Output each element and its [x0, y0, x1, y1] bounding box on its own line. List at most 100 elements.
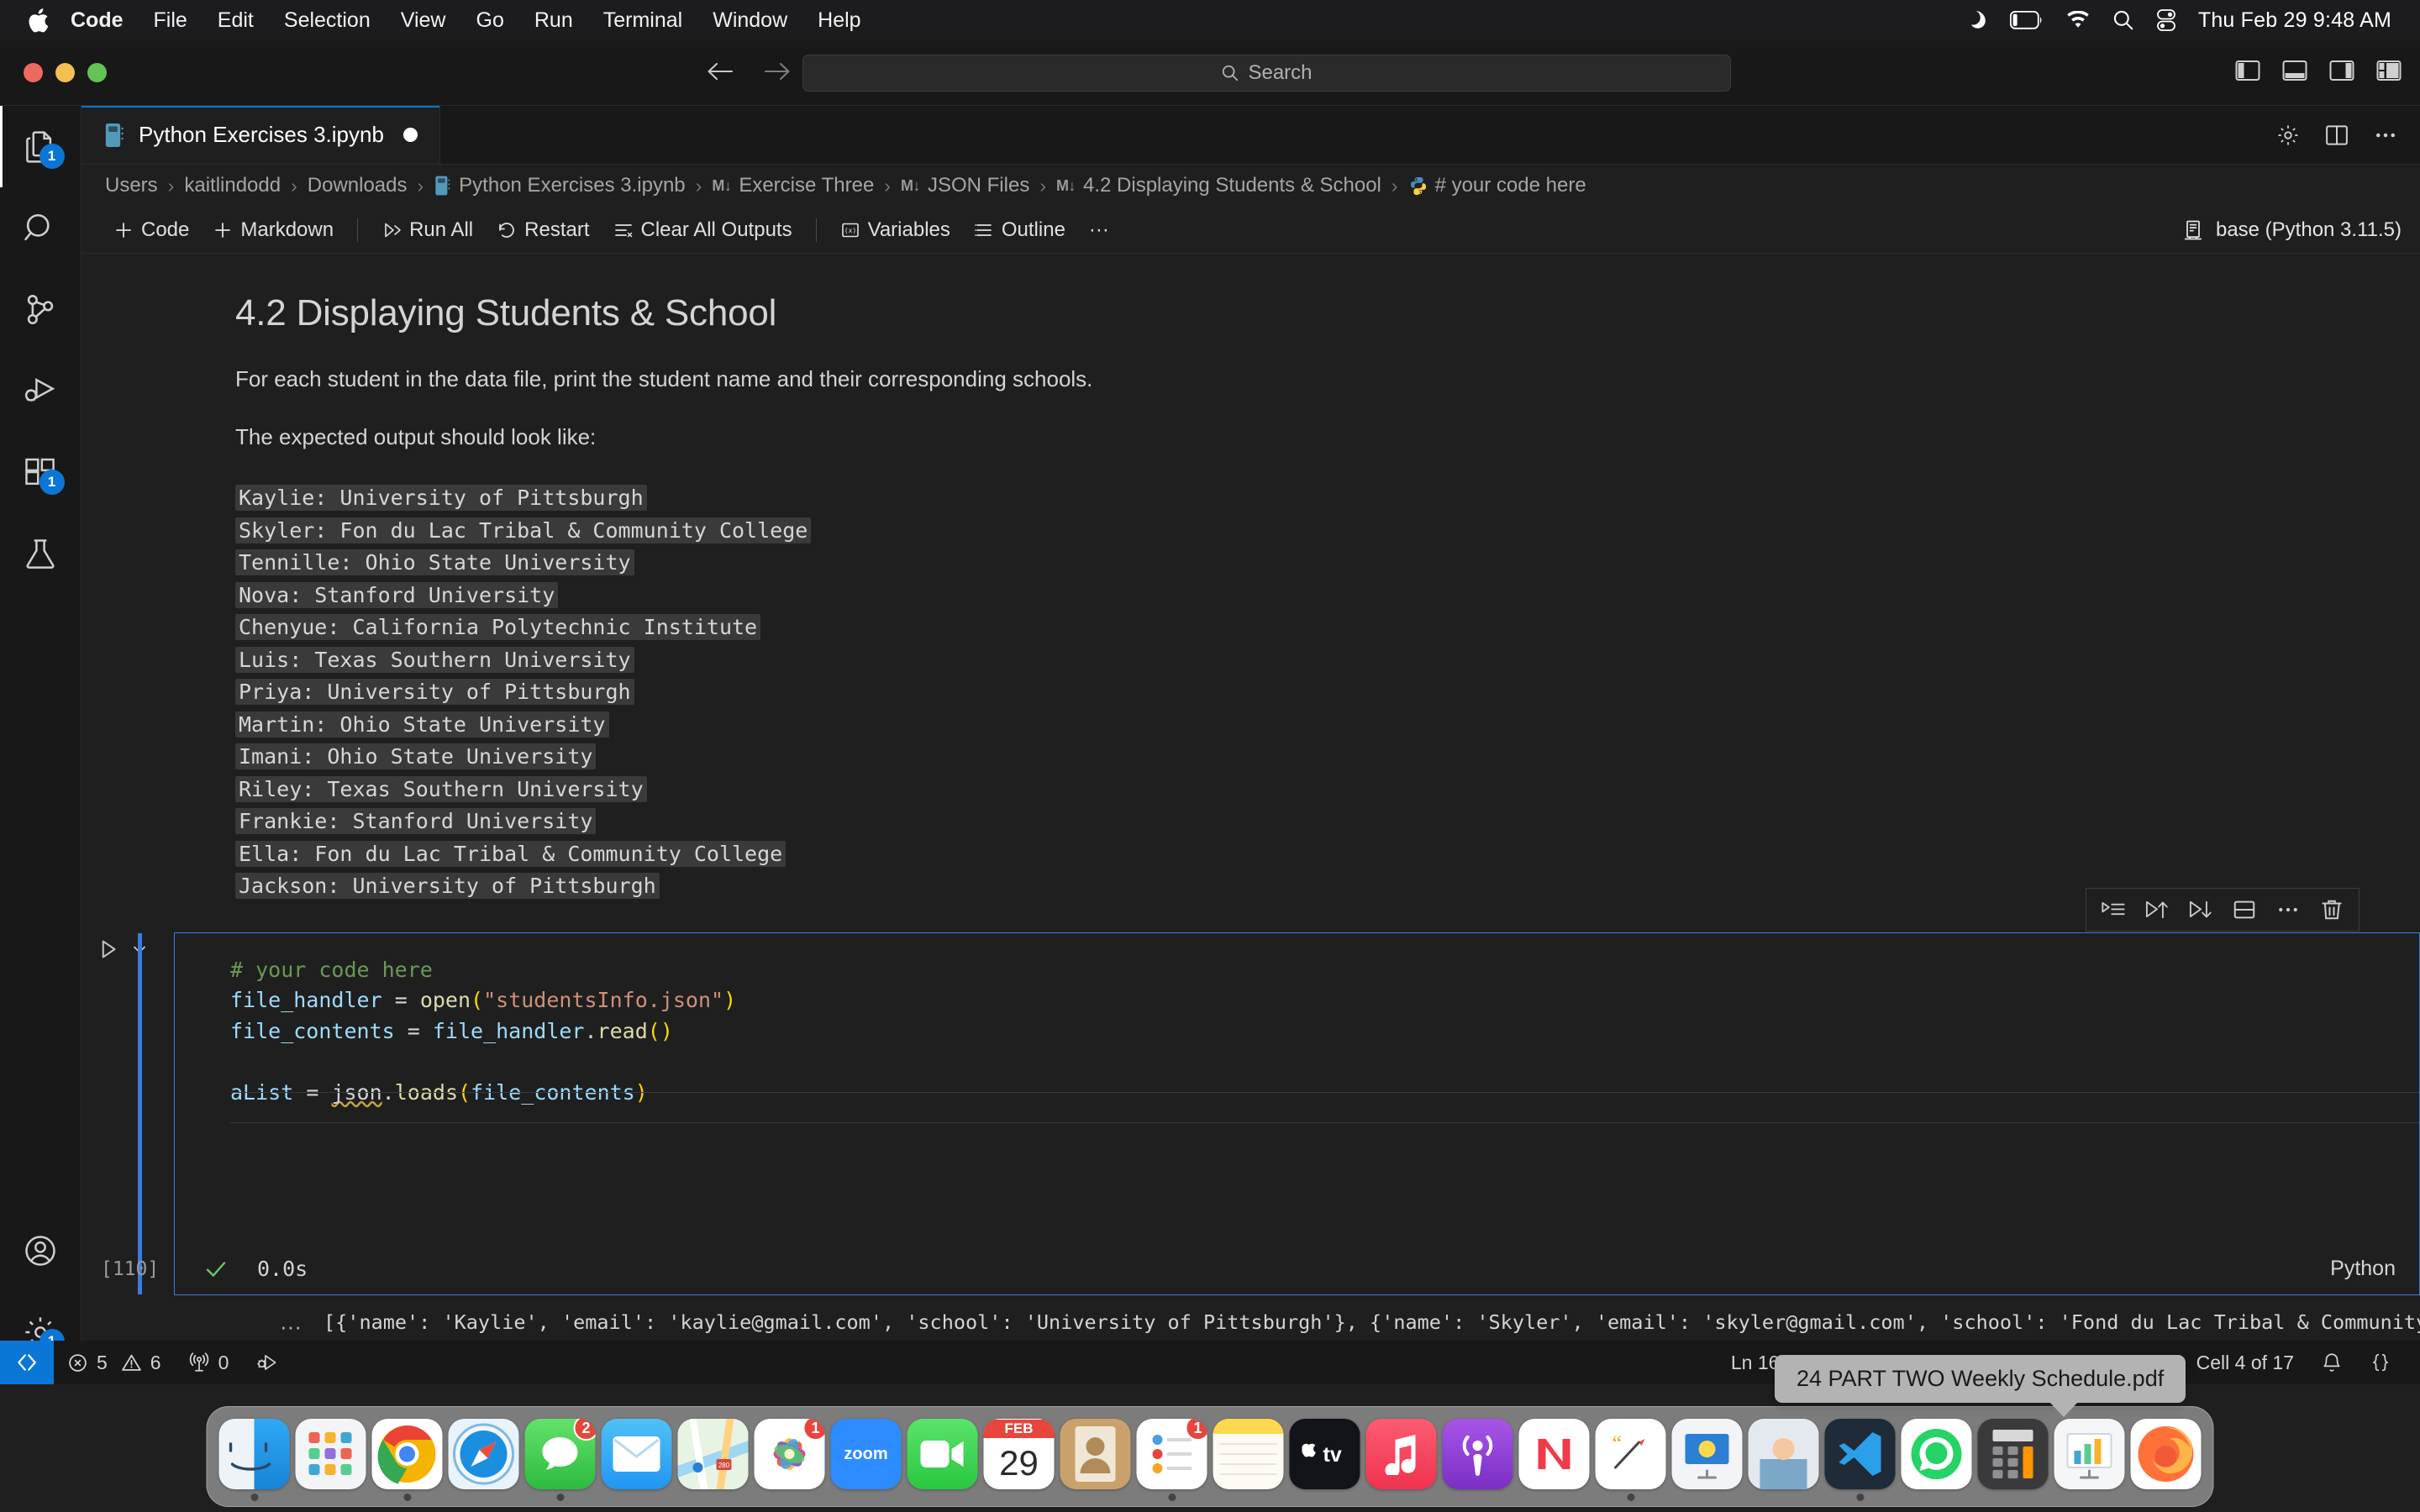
breadcrumb-item-current-cell[interactable]: # your code here: [1408, 174, 1586, 197]
dock-item-photobooth[interactable]: [1749, 1419, 1819, 1501]
variables-button[interactable]: (x) Variables: [829, 212, 962, 249]
customize-layout-icon[interactable]: [2376, 59, 2402, 82]
moon-icon[interactable]: [1966, 9, 1988, 31]
code-editor[interactable]: # your code here file_handler = open("st…: [175, 933, 2419, 1244]
breadcrumb-item-kaitlindodd[interactable]: kaitlindodd: [184, 174, 281, 197]
breadcrumb-item-section[interactable]: M↓ 4.2 Displaying Students & School: [1056, 174, 1381, 197]
menu-item-run[interactable]: Run: [519, 0, 588, 40]
outline-button[interactable]: Outline: [962, 212, 1077, 249]
output-expand-icon[interactable]: ···: [280, 1314, 302, 1340]
dock-item-facetime[interactable]: [908, 1419, 978, 1501]
dock-item-launchpad[interactable]: [296, 1419, 366, 1501]
menu-item-file[interactable]: File: [139, 0, 203, 40]
close-window-button[interactable]: [24, 63, 43, 82]
split-cell-icon[interactable]: [2223, 889, 2266, 931]
toggle-secondary-sidebar-icon[interactable]: [2329, 59, 2354, 82]
dock-item-vscode[interactable]: [1825, 1419, 1896, 1501]
command-center-search[interactable]: Search: [802, 55, 1731, 92]
spotlight-search-icon[interactable]: [2112, 9, 2134, 31]
code-cell[interactable]: # your code here file_handler = open("st…: [174, 932, 2420, 1352]
dock-item-photos[interactable]: 1: [755, 1419, 825, 1501]
dock-item-reminders[interactable]: 1: [1137, 1419, 1207, 1501]
dock-item-news[interactable]: [1519, 1419, 1590, 1501]
menu-item-terminal[interactable]: Terminal: [588, 0, 697, 40]
remote-window-indicator[interactable]: [0, 1341, 54, 1384]
sidebar-item-extensions[interactable]: 1: [0, 432, 82, 513]
dock-item-numbers[interactable]: [2054, 1419, 2125, 1501]
menu-bar-clock[interactable]: Thu Feb 29 9:48 AM: [2198, 8, 2391, 33]
more-actions-icon[interactable]: [2373, 123, 2398, 148]
run-cell-icon[interactable]: [96, 937, 121, 962]
dock-item-keynote[interactable]: [1672, 1419, 1743, 1501]
sidebar-item-search[interactable]: [0, 187, 82, 269]
menu-item-help[interactable]: Help: [802, 0, 876, 40]
clear-all-outputs-button[interactable]: Clear All Outputs: [602, 212, 804, 249]
menu-item-selection[interactable]: Selection: [269, 0, 386, 40]
sidebar-item-testing[interactable]: [0, 513, 82, 595]
apple-logo-icon[interactable]: [20, 8, 55, 34]
dock-item-zoom[interactable]: zoom: [831, 1419, 902, 1501]
breadcrumb-item-exercise-three[interactable]: M↓ Exercise Three: [712, 174, 874, 197]
dock-item-notes[interactable]: [1213, 1419, 1284, 1501]
kernel-selector[interactable]: base (Python 3.11.5): [2181, 218, 2402, 242]
add-markdown-cell-button[interactable]: Markdown: [201, 212, 345, 249]
cell-counter[interactable]: Cell 4 of 17: [2183, 1341, 2307, 1384]
battery-icon[interactable]: [2010, 11, 2044, 29]
dock-item-podcasts[interactable]: [1443, 1419, 1513, 1501]
more-toolbar-actions-button[interactable]: ···: [1077, 212, 1121, 249]
dock-item-calculator[interactable]: [1978, 1419, 2049, 1501]
sidebar-item-run-and-debug[interactable]: [0, 350, 82, 432]
dock-item-chrome[interactable]: [372, 1419, 443, 1501]
problems-indicator[interactable]: 5 6: [54, 1341, 175, 1384]
breadcrumb-item-notebook-file[interactable]: Python Exercises 3.ipynb: [434, 174, 685, 197]
toggle-panel-icon[interactable]: [2282, 59, 2307, 82]
run-by-line-icon[interactable]: [2091, 889, 2135, 931]
dock-item-music[interactable]: [1366, 1419, 1437, 1501]
toggle-primary-sidebar-icon[interactable]: [2235, 59, 2260, 82]
dock-item-appletv[interactable]: tv: [1290, 1419, 1360, 1501]
breadcrumb-item-json-files[interactable]: M↓ JSON Files: [901, 174, 1029, 197]
add-code-cell-button[interactable]: Code: [102, 212, 201, 249]
editor-braces-indicator[interactable]: [2356, 1341, 2405, 1384]
dock-item-safari[interactable]: [449, 1419, 519, 1501]
more-actions-icon[interactable]: [2266, 889, 2310, 931]
dock-item-maps[interactable]: 280: [678, 1419, 749, 1501]
dock-item-messages[interactable]: 2: [525, 1419, 596, 1501]
cell-language[interactable]: Python: [2330, 1257, 2396, 1281]
notifications-bell[interactable]: [2307, 1341, 2356, 1384]
menu-item-code[interactable]: Code: [55, 0, 139, 40]
control-center-icon[interactable]: [2156, 9, 2176, 31]
execute-above-cells-icon[interactable]: [2135, 889, 2179, 931]
sidebar-item-accounts[interactable]: [0, 1210, 82, 1291]
code-cell-editor-box[interactable]: # your code here file_handler = open("st…: [174, 932, 2420, 1295]
dock-item-mail[interactable]: [602, 1419, 672, 1501]
debug-indicator[interactable]: [242, 1341, 292, 1384]
ports-indicator[interactable]: 0: [175, 1341, 243, 1384]
wifi-icon[interactable]: [2065, 11, 2091, 30]
breadcrumb-item-downloads[interactable]: Downloads: [308, 174, 408, 197]
restart-kernel-button[interactable]: Restart: [485, 212, 601, 249]
dock-item-contacts[interactable]: [1060, 1419, 1131, 1501]
maximize-window-button[interactable]: [87, 63, 107, 82]
dock-item-firefox[interactable]: [2131, 1419, 2202, 1501]
sidebar-item-explorer[interactable]: 1: [0, 106, 82, 187]
dock-item-whatsapp[interactable]: [1902, 1419, 1972, 1501]
dock-item-finder[interactable]: [219, 1419, 290, 1501]
execute-cell-and-below-icon[interactable]: [2179, 889, 2223, 931]
sidebar-item-source-control[interactable]: [0, 269, 82, 350]
delete-cell-icon[interactable]: [2310, 889, 2354, 931]
breadcrumb-item-users[interactable]: Users: [105, 174, 158, 197]
menu-item-window[interactable]: Window: [697, 0, 802, 40]
tab-dirty-indicator[interactable]: [403, 128, 418, 142]
split-editor-icon[interactable]: [2324, 123, 2349, 148]
minimize-window-button[interactable]: [55, 63, 75, 82]
dock-item-calendar[interactable]: FEB 29: [984, 1419, 1055, 1501]
menu-item-edit[interactable]: Edit: [203, 0, 269, 40]
markdown-cell[interactable]: 4.2 Displaying Students & School For eac…: [82, 254, 2420, 903]
dock-item-freeform[interactable]: “: [1596, 1419, 1666, 1501]
menu-item-go[interactable]: Go: [461, 0, 519, 40]
arrow-right-icon[interactable]: [763, 60, 792, 82]
tab-python-exercises-3[interactable]: Python Exercises 3.ipynb: [82, 106, 440, 164]
run-all-button[interactable]: Run All: [370, 212, 485, 249]
arrow-left-icon[interactable]: [706, 60, 734, 82]
